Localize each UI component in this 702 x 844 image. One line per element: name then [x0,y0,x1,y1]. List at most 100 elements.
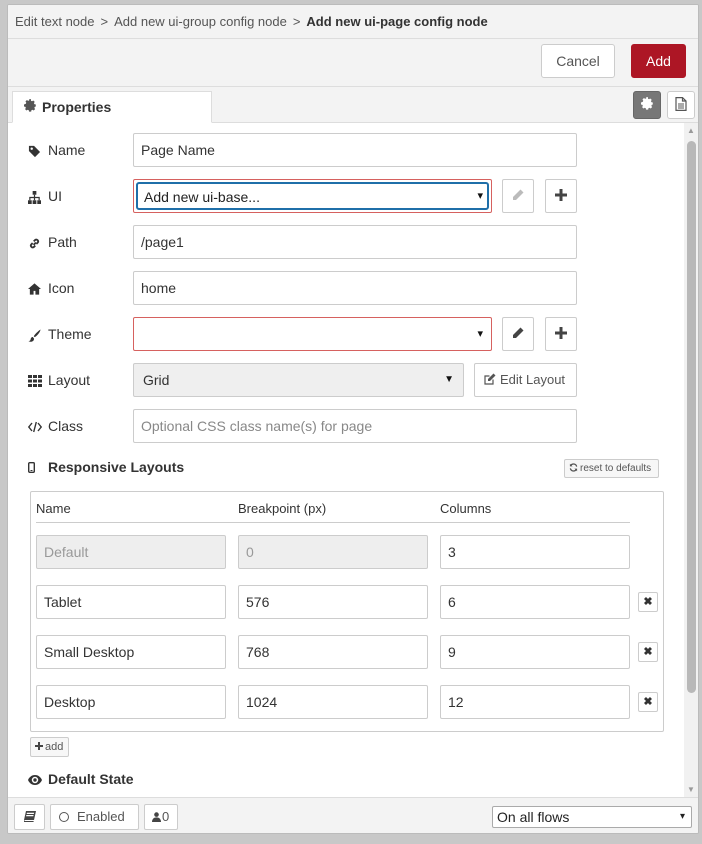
home-icon [28,283,42,295]
row-desktop-breakpoint-input[interactable] [238,685,428,719]
cancel-button[interactable]: Cancel [541,44,615,78]
scroll-down-icon[interactable]: ▼ [687,785,695,794]
add-button[interactable]: Add [631,44,686,78]
breadcrumb-item-ui-group[interactable]: Add new ui-group config node [114,14,287,29]
chevron-down-icon: ▾ [477,190,483,202]
remove-row-small-desktop-button[interactable]: ✖ [638,642,658,662]
add-ui-base-button[interactable] [545,179,577,213]
eye-icon [28,772,42,788]
remove-row-tablet-button[interactable]: ✖ [638,592,658,612]
class-input[interactable] [133,409,577,443]
scroll-up-icon[interactable]: ▲ [687,126,695,135]
row-desktop-name-input[interactable] [36,685,226,719]
responsive-layouts-table: Name Breakpoint (px) Columns ✖ ✖ ✖ [30,491,664,732]
book-icon [23,806,36,830]
gear-icon [24,92,37,122]
row-default-columns-input[interactable] [440,535,630,569]
breadcrumb-item-ui-page: Add new ui-page config node [306,14,488,29]
row-default-name-input [36,535,226,569]
dialog-footer: Enabled 0 On all flows ▾ [8,797,698,833]
tab-properties-label: Properties [42,99,112,115]
tab-properties[interactable]: Properties [12,91,212,123]
ui-base-select-focus: Add new ui-base... [136,182,489,210]
add-theme-button[interactable] [545,317,577,351]
document-icon [675,96,687,114]
edit-ui-base-button[interactable] [502,179,534,213]
icon-row: Icon [28,271,588,305]
ui-label: UI [28,179,62,213]
breadcrumb-separator: > [292,14,301,29]
add-layout-row-button[interactable]: add [30,737,69,757]
theme-row: Theme ▾ [28,317,588,351]
plus-icon [555,326,567,342]
row-tablet-columns-input[interactable] [440,585,630,619]
path-label: Path [28,225,77,259]
node-help-button[interactable] [14,804,45,830]
row-desktop-columns-input[interactable] [440,685,630,719]
breadcrumb-item-text-node[interactable]: Edit text node [15,14,95,29]
ui-base-select[interactable]: Add new ui-base... ▾ [133,179,492,213]
breadcrumb: Edit text node > Add new ui-group config n… [8,5,698,39]
close-icon: ✖ [643,646,653,658]
responsive-layouts-title: Responsive Layouts [27,459,184,476]
refresh-icon [569,461,578,478]
column-header-name: Name [36,501,71,516]
row-small-desktop-name-input[interactable] [36,635,226,669]
header-divider [36,522,630,523]
ui-row: UI Add new ui-base... ▾ [28,179,588,213]
circle-icon [59,812,69,822]
reset-to-defaults-button[interactable]: reset to defaults [564,459,659,478]
paint-brush-icon [28,329,42,342]
class-row: Class [28,409,588,443]
scrollbar-thumb[interactable] [687,141,696,693]
row-tablet-name-input[interactable] [36,585,226,619]
enabled-toggle[interactable]: Enabled [50,804,139,830]
user-icon [152,806,161,830]
layout-label: Layout [28,363,90,397]
edit-theme-button[interactable] [502,317,534,351]
breadcrumb-separator: > [100,14,109,29]
name-row: Name [28,133,588,167]
properties-panel: Name UI Add new ui-base... ▾ [8,123,698,797]
code-icon [28,421,42,433]
plus-icon [35,738,43,756]
close-icon: ✖ [643,596,653,608]
flow-scope-select[interactable]: On all flows ▾ [492,806,692,828]
theme-label: Theme [28,317,92,351]
sitemap-icon [28,190,42,204]
layout-select[interactable]: Grid ▼ [133,363,464,397]
pencil-icon [512,188,524,204]
tab-settings-icon-button[interactable] [633,91,661,119]
remove-row-desktop-button[interactable]: ✖ [638,692,658,712]
icon-input[interactable] [133,271,577,305]
caret-down-icon: ▼ [444,374,454,385]
layout-row: Layout Grid ▼ Edit Layout [28,363,588,397]
class-label: Class [28,409,83,443]
row-tablet-breakpoint-input[interactable] [238,585,428,619]
pencil-icon [512,326,524,342]
row-small-desktop-columns-input[interactable] [440,635,630,669]
close-icon: ✖ [643,696,653,708]
edit-layout-button[interactable]: Edit Layout [474,363,577,397]
link-icon [28,237,42,250]
users-button[interactable]: 0 [144,804,178,830]
plus-icon [555,188,567,204]
path-row: Path [28,225,588,259]
name-input[interactable] [133,133,577,167]
column-header-columns: Columns [440,501,492,516]
default-state-title: Default State [28,771,134,788]
tab-description-icon-button[interactable] [667,91,695,119]
chevron-down-icon: ▾ [477,328,483,340]
row-small-desktop-breakpoint-input[interactable] [238,635,428,669]
theme-select[interactable]: ▾ [133,317,492,351]
mobile-icon [27,460,42,476]
row-default-breakpoint-input [238,535,428,569]
chevron-down-icon: ▾ [679,811,685,822]
gear-icon [640,97,654,113]
path-input[interactable] [133,225,577,259]
name-label: Name [28,133,85,167]
tab-bar: Properties [8,87,698,123]
edit-dialog-tray: Edit text node > Add new ui-group config n… [7,4,699,834]
scrollbar[interactable]: ▲ ▼ [684,123,698,797]
grid-icon [28,375,42,388]
